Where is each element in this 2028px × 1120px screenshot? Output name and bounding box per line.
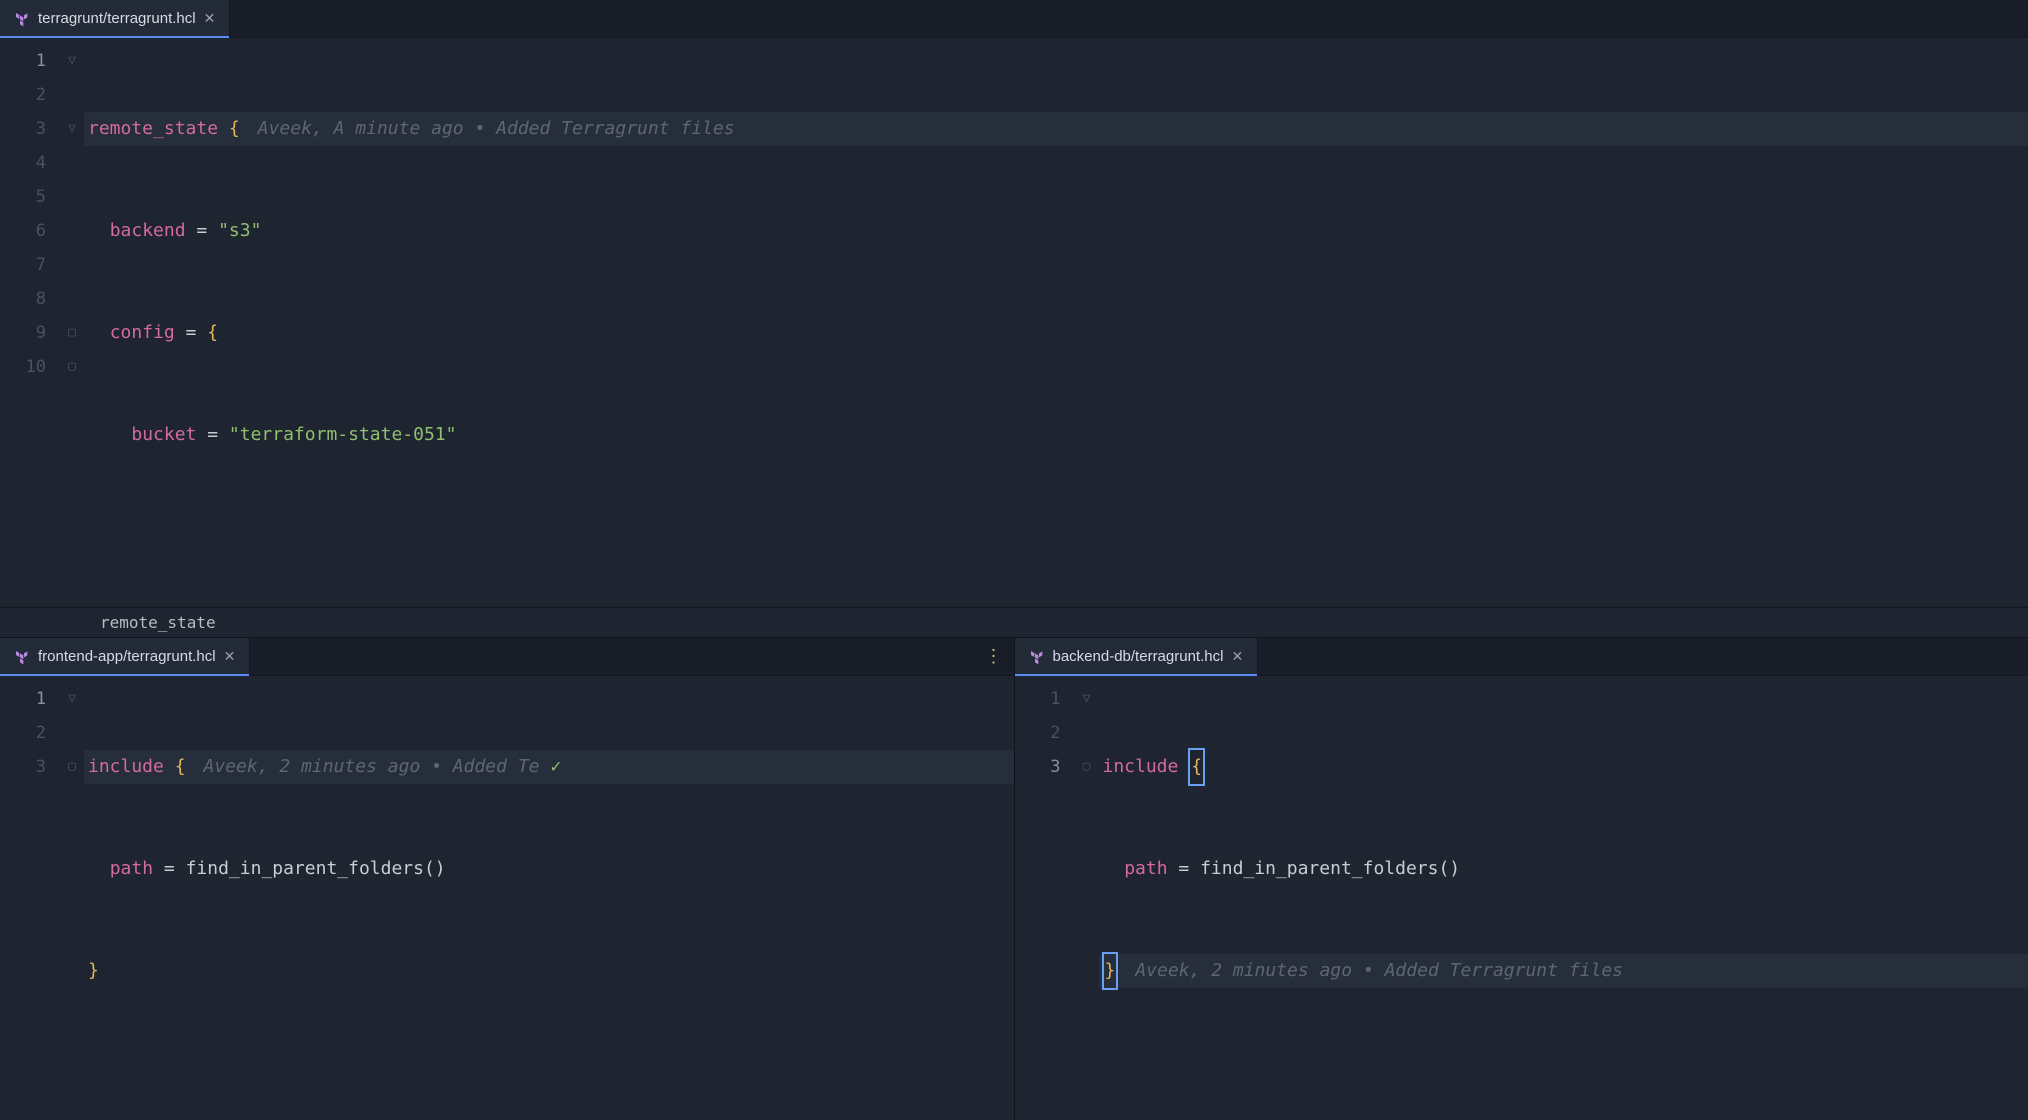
token-property: path	[1124, 858, 1167, 879]
token-string: "terraform-state-051"	[229, 424, 457, 445]
fold-column-bl: ▽ ▢	[60, 676, 84, 1120]
token-eq: =	[196, 424, 229, 445]
fold-close-icon[interactable]: ▢	[60, 316, 84, 350]
fold-close-icon[interactable]: ▢	[60, 350, 84, 384]
tab-title: frontend-app/terragrunt.hcl	[38, 648, 216, 665]
line-number: 10	[0, 350, 60, 384]
line-number: 1	[1015, 682, 1075, 716]
tab-title: terragrunt/terragrunt.hcl	[38, 10, 196, 27]
fold-open-icon[interactable]: ▽	[1075, 682, 1099, 716]
fold-column-br: ▽ ▢	[1075, 676, 1099, 1120]
code-lines-br[interactable]: include { path = find_in_parent_folders(…	[1099, 676, 2028, 1120]
code-line[interactable]	[84, 520, 2028, 554]
token-eq: =	[186, 220, 219, 241]
code-line[interactable]: include {	[1099, 750, 2028, 784]
token-eq: =	[1168, 858, 1201, 879]
token-property: path	[110, 858, 153, 879]
git-blame-annotation: Aveek, A minute ago • Added Terragrunt f…	[258, 118, 735, 139]
line-number: 7	[0, 248, 60, 282]
git-blame-annotation: Aveek, 2 minutes ago • Added Te	[204, 756, 540, 777]
token-brace: }	[1104, 954, 1117, 988]
code-line[interactable]: path = find_in_parent_folders()	[1099, 852, 2028, 886]
code-line[interactable]: path = find_in_parent_folders()	[84, 852, 1014, 886]
tab-terragrunt-root[interactable]: terragrunt/terragrunt.hcl ✕	[0, 0, 230, 37]
gutter-top: 1 2 3 4 5 6 7 8 9 10	[0, 38, 60, 607]
fold-open-icon[interactable]: ▽	[60, 112, 84, 146]
tab-actions: ⋮	[985, 638, 1014, 675]
token-keyword: remote_state	[88, 118, 218, 139]
code-lines-bl[interactable]: include { Aveek, 2 minutes ago • Added Te…	[84, 676, 1014, 1120]
code-line[interactable]: }	[84, 954, 1014, 988]
code-area-bottom-left[interactable]: 1 2 3 ▽ ▢ include { Aveek, 2 minutes ago …	[0, 676, 1014, 1120]
tab-title: backend-db/terragrunt.hcl	[1053, 648, 1224, 665]
token-string: "s3"	[218, 220, 261, 241]
check-icon: ✓	[550, 756, 561, 777]
token-brace: {	[175, 756, 186, 777]
tab-backend-db[interactable]: backend-db/terragrunt.hcl ✕	[1015, 638, 1259, 675]
fold-column-top: ▽ ▽ ▢ ▢	[60, 38, 84, 607]
fold-close-icon[interactable]: ▢	[60, 750, 84, 784]
breadcrumb-bar[interactable]: remote_state	[0, 607, 2028, 637]
tab-bar-bottom-right: backend-db/terragrunt.hcl ✕	[1015, 638, 2028, 676]
git-blame-annotation: Aveek, 2 minutes ago • Added Terragrunt …	[1135, 960, 1623, 981]
editor-pane-bottom-left: frontend-app/terragrunt.hcl ✕ ⋮ 1 2 3 ▽ …	[0, 638, 1015, 1120]
line-number: 3	[1015, 750, 1075, 784]
token-brace: {	[229, 118, 240, 139]
code-line[interactable]: include { Aveek, 2 minutes ago • Added Te…	[84, 750, 1014, 784]
editor-pane-bottom-right: backend-db/terragrunt.hcl ✕ 1 2 3 ▽ ▢ in…	[1015, 638, 2028, 1120]
code-area-top[interactable]: 1 2 3 4 5 6 7 8 9 10 ▽ ▽ ▢ ▢	[0, 38, 2028, 607]
fold-open-icon[interactable]: ▽	[60, 682, 84, 716]
line-number: 1	[0, 44, 60, 78]
close-icon[interactable]: ✕	[1231, 648, 1243, 665]
gutter-bottom-right: 1 2 3	[1015, 676, 1075, 1120]
line-number: 2	[0, 78, 60, 112]
token-brace: {	[207, 322, 218, 343]
code-line[interactable]: backend = "s3"	[84, 214, 2028, 248]
line-number: 1	[0, 682, 60, 716]
breadcrumb-item[interactable]: remote_state	[100, 613, 216, 632]
line-number: 9	[0, 316, 60, 350]
code-line[interactable]: } Aveek, 2 minutes ago • Added Terragrunt…	[1099, 954, 2028, 988]
fold-close-icon[interactable]: ▢	[1075, 750, 1099, 784]
line-number: 2	[1015, 716, 1075, 750]
line-number: 2	[0, 716, 60, 750]
line-number: 8	[0, 282, 60, 316]
editor-pane-top: terragrunt/terragrunt.hcl ✕ 1 2 3 4 5 6 …	[0, 0, 2028, 638]
code-line[interactable]: remote_state { Aveek, A minute ago • Adde…	[84, 112, 2028, 146]
terraform-icon	[1029, 649, 1045, 665]
token-property: config	[110, 322, 175, 343]
token-brace: {	[1190, 750, 1203, 784]
token-eq: =	[175, 322, 208, 343]
more-icon[interactable]: ⋮	[985, 646, 1004, 667]
tab-frontend-app[interactable]: frontend-app/terragrunt.hcl ✕	[0, 638, 250, 675]
tab-bar-bottom-left: frontend-app/terragrunt.hcl ✕ ⋮	[0, 638, 1014, 676]
line-number: 4	[0, 146, 60, 180]
gutter-bottom-left: 1 2 3	[0, 676, 60, 1120]
code-area-bottom-right[interactable]: 1 2 3 ▽ ▢ include { path = find_in_paren…	[1015, 676, 2028, 1120]
token-property: bucket	[131, 424, 196, 445]
token-keyword: include	[1103, 756, 1179, 777]
close-icon[interactable]: ✕	[204, 10, 216, 27]
line-number: 5	[0, 180, 60, 214]
token-eq: =	[153, 858, 186, 879]
editor-root: terragrunt/terragrunt.hcl ✕ 1 2 3 4 5 6 …	[0, 0, 2028, 1120]
token-function: find_in_parent_folders()	[186, 858, 446, 879]
line-number: 6	[0, 214, 60, 248]
close-icon[interactable]: ✕	[224, 648, 236, 665]
terraform-icon	[14, 11, 30, 27]
code-lines-top[interactable]: remote_state { Aveek, A minute ago • Adde…	[84, 38, 2028, 607]
tab-bar-top: terragrunt/terragrunt.hcl ✕	[0, 0, 2028, 38]
code-line[interactable]: bucket = "terraform-state-051"	[84, 418, 2028, 452]
terraform-icon	[14, 649, 30, 665]
token-brace: }	[88, 960, 99, 981]
line-number: 3	[0, 112, 60, 146]
token-function: find_in_parent_folders()	[1200, 858, 1460, 879]
token-property: backend	[110, 220, 186, 241]
token-keyword: include	[88, 756, 164, 777]
code-line[interactable]: config = {	[84, 316, 2028, 350]
fold-open-icon[interactable]: ▽	[60, 44, 84, 78]
editor-pane-bottom: frontend-app/terragrunt.hcl ✕ ⋮ 1 2 3 ▽ …	[0, 638, 2028, 1120]
line-number: 3	[0, 750, 60, 784]
